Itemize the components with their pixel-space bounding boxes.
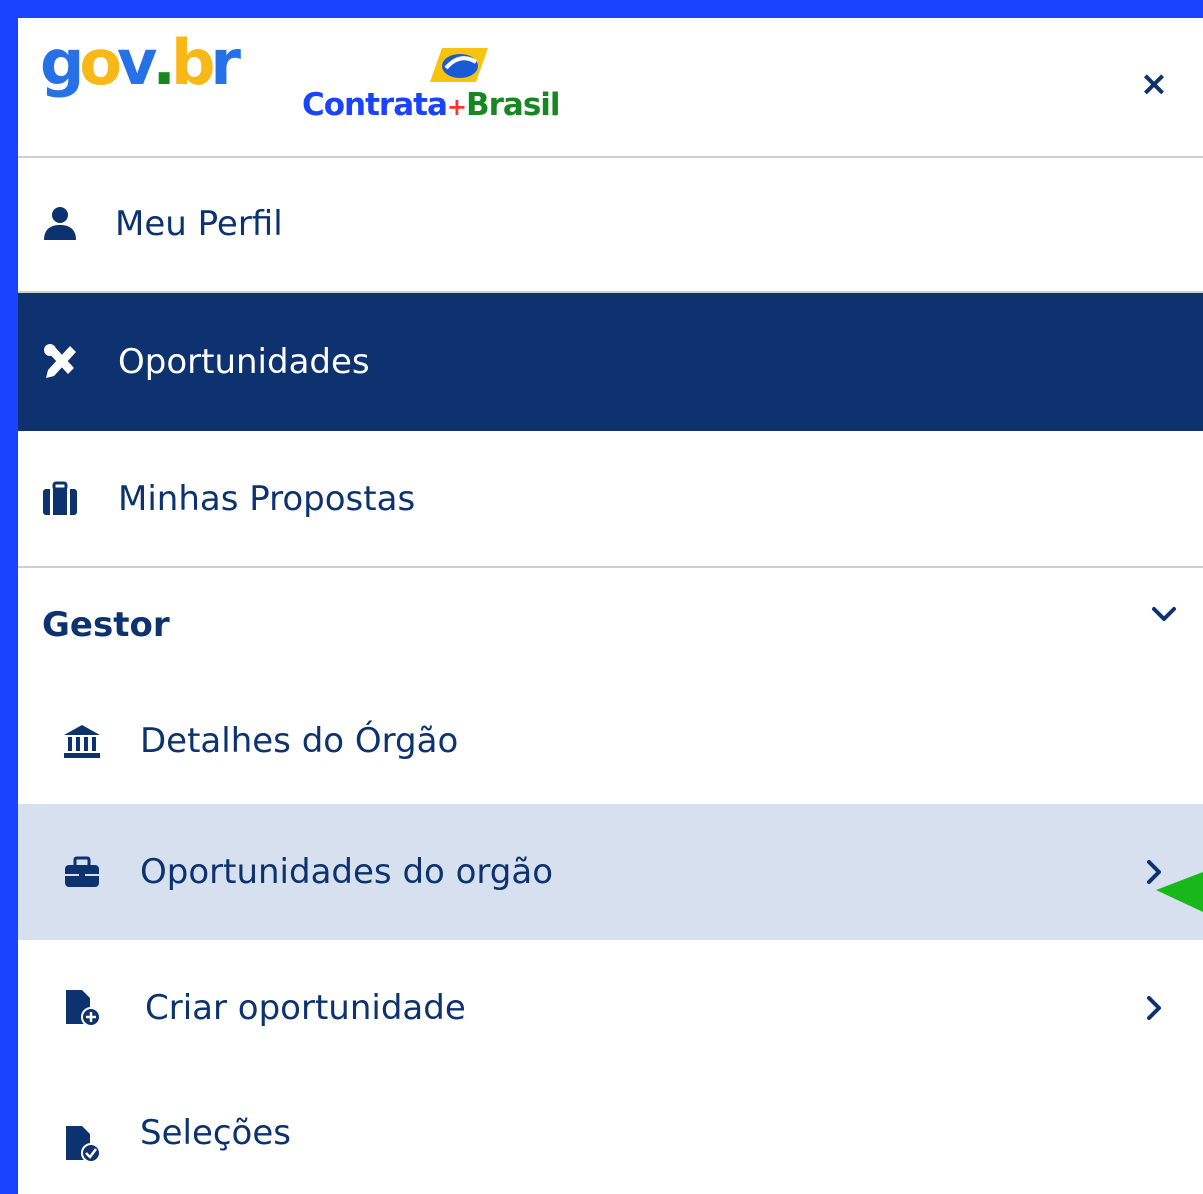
menu-item-oportunidades[interactable]: Oportunidades [18, 293, 1203, 431]
side-menu-panel: gov.br Contrata+Brasil × Meu Perfil Opor… [0, 0, 1203, 1194]
menu-item-label: Seleções [140, 1113, 291, 1154]
toolbox-icon [65, 856, 99, 887]
menu-item-label: Meu Perfil [115, 203, 283, 244]
chevron-down-icon [1152, 607, 1176, 622]
menu-item-meu-perfil[interactable]: Meu Perfil [18, 156, 1203, 293]
menu-item-label: Minhas Propostas [118, 478, 416, 519]
menu-item-minhas-propostas[interactable]: Minhas Propostas [18, 431, 1203, 568]
contrata-brasil-logo: Contrata+Brasil [302, 44, 602, 124]
briefcase-icon [43, 481, 77, 515]
section-title: Gestor [42, 605, 170, 646]
chevron-right-icon [1147, 996, 1161, 1020]
menu-header: gov.br Contrata+Brasil × [18, 18, 1203, 158]
file-plus-icon [66, 990, 101, 1027]
menu-item-label: Criar oportunidade [145, 988, 466, 1028]
menu-item-label: Detalhes do Órgão [140, 721, 459, 761]
mouse-pointer-indicator [1156, 872, 1203, 912]
user-icon [44, 206, 76, 240]
menu-item-selecoes[interactable]: Seleções [18, 1076, 1203, 1194]
close-button[interactable]: × [1136, 66, 1172, 102]
close-icon: × [1139, 64, 1169, 104]
menu-item-label: Oportunidades [118, 342, 370, 382]
section-gestor[interactable]: Gestor [18, 568, 1203, 678]
bank-icon [64, 725, 100, 758]
contrata-brasil-wordmark: Contrata+Brasil [302, 87, 561, 123]
menu-item-detalhes-orgao[interactable]: Detalhes do Órgão [18, 678, 1203, 804]
menu-item-label: Oportunidades do orgão [140, 852, 554, 892]
file-check-icon [66, 1126, 101, 1163]
tools-icon [44, 344, 76, 378]
govbr-logo: gov.br [40, 26, 241, 99]
menu-item-criar-oportunidade[interactable]: Criar oportunidade [18, 940, 1203, 1076]
menu-item-oportunidades-orgao[interactable]: Oportunidades do orgão [18, 804, 1203, 940]
